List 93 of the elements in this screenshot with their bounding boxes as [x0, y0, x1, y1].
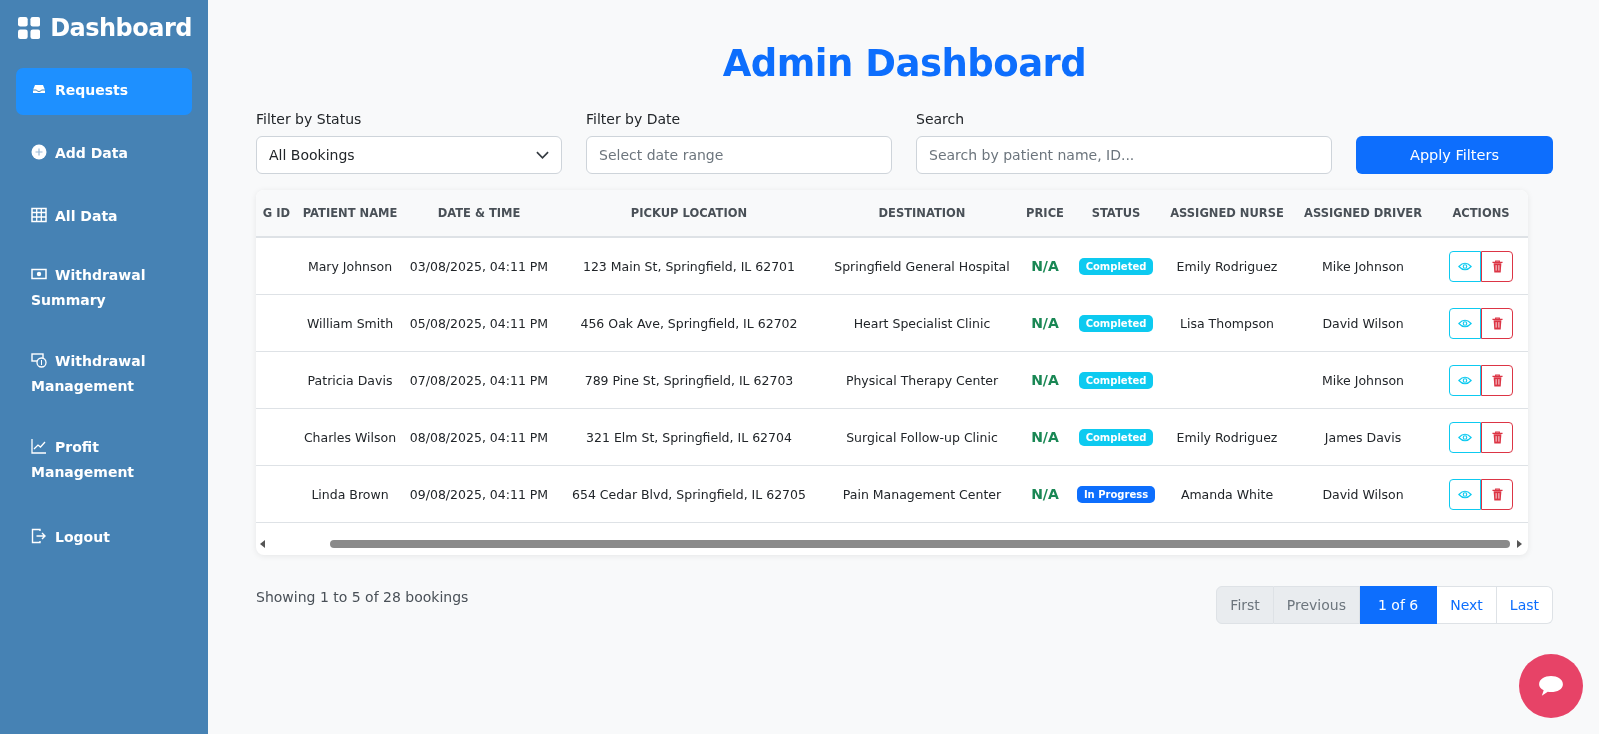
table-cell: Lisa Thompson — [1180, 315, 1274, 331]
nav-item[interactable]: Profit Management — [16, 429, 192, 499]
nav-item[interactable]: Withdrawal Management — [16, 343, 192, 413]
table-cell: Emily Rodriguez — [1176, 429, 1278, 445]
chevron-down-icon — [536, 151, 549, 159]
column-header: DESTINATION — [878, 206, 966, 220]
eye-icon — [1458, 489, 1472, 499]
grid-icon — [18, 15, 41, 41]
column-header: ACTIONS — [1452, 206, 1510, 220]
status-badge: In Progress — [1076, 485, 1156, 503]
results-summary: Showing 1 to 5 of 28 bookings — [256, 589, 469, 605]
table-cell: Surgical Follow-up Clinic — [846, 429, 998, 445]
column-header: ASSIGNED DRIVER — [1304, 206, 1422, 220]
eye-icon — [1458, 318, 1472, 328]
table-cell: Amanda White — [1180, 486, 1274, 502]
table-cell: 321 Elm St, Springfield, IL 62704 — [586, 429, 792, 445]
eye-icon — [1458, 432, 1472, 442]
filter-label: Filter by Status — [256, 111, 363, 127]
column-header: PICKUP LOCATION — [630, 206, 748, 220]
table-cell: David Wilson — [1322, 315, 1404, 331]
price-cell: N/A — [1031, 372, 1059, 388]
table-cell: David Wilson — [1322, 486, 1404, 502]
table-cell: Springfield General Hospital — [834, 258, 1010, 274]
table-cell: William Smith — [306, 315, 394, 331]
delete-button[interactable] — [1481, 364, 1513, 396]
table-cell: 08/08/2025, 04:11 PM — [409, 429, 549, 445]
column-header: PATIENT NAME — [302, 206, 398, 220]
brand-title: Dashboard — [50, 14, 192, 42]
delete-button[interactable] — [1481, 478, 1513, 510]
column-header: PRICE — [1026, 206, 1064, 220]
table-cell: Physical Therapy Center — [845, 372, 999, 388]
nav-item[interactable]: Add Data — [16, 131, 192, 178]
table-cell: 123 Main St, Springfield, IL 62701 — [582, 258, 796, 274]
table-cell: Patricia Davis — [307, 372, 393, 388]
cash-icon — [31, 266, 47, 282]
page-title: Admin Dashboard — [721, 42, 1088, 85]
table-cell: Emily Rodriguez — [1176, 258, 1278, 274]
table-cell: Charles Wilson — [303, 429, 397, 445]
date-range-field[interactable]: Select date range — [586, 136, 892, 174]
nav-item[interactable]: Requests — [16, 68, 192, 115]
plus-circle-icon — [31, 144, 47, 160]
page-button[interactable]: 1 of 6 — [1360, 586, 1438, 624]
delete-button[interactable] — [1481, 250, 1513, 282]
status-select[interactable]: All Bookings — [256, 136, 562, 174]
table-cell: Heart Specialist Clinic — [853, 315, 991, 331]
table-cell: Mike Johnson — [1322, 258, 1404, 274]
nav-item[interactable]: Withdrawal Summary — [16, 257, 192, 327]
table-cell: 07/08/2025, 04:11 PM — [409, 372, 549, 388]
trash-icon — [1491, 259, 1503, 273]
table-cell: 05/08/2025, 04:11 PM — [409, 315, 549, 331]
line-chart-icon — [31, 438, 47, 454]
trash-icon — [1491, 316, 1503, 330]
page-button[interactable]: Last — [1496, 586, 1553, 624]
apply-filters-button[interactable]: Apply Filters — [1356, 136, 1553, 174]
table-cell: 09/08/2025, 04:11 PM — [409, 486, 549, 502]
status-badge: Completed — [1078, 371, 1154, 389]
table-grid-icon — [31, 207, 47, 223]
table-cell: 03/08/2025, 04:11 PM — [409, 258, 549, 274]
column-header: STATUS — [1091, 206, 1141, 220]
column-header: ASSIGNED NURSE — [1170, 206, 1284, 220]
table-cell: Linda Brown — [311, 486, 389, 502]
eye-icon — [1458, 261, 1472, 271]
delete-button[interactable] — [1481, 307, 1513, 339]
table-cell: Mary Johnson — [307, 258, 393, 274]
trash-icon — [1491, 373, 1503, 387]
table-cell: 789 Pine St, Springfield, IL 62703 — [584, 372, 794, 388]
page-button[interactable]: Next — [1437, 586, 1497, 624]
table-cell: Mike Johnson — [1322, 372, 1404, 388]
filter-label: Filter by Date — [586, 111, 682, 127]
trash-icon — [1491, 487, 1503, 501]
cash-coin-icon — [31, 352, 47, 368]
speech-bubble-icon — [1538, 675, 1564, 697]
table-cell: 654 Cedar Blvd, Springfield, IL 62705 — [572, 486, 806, 502]
nav-item[interactable]: All Data — [16, 194, 192, 241]
price-cell: N/A — [1031, 258, 1059, 274]
table-cell: 456 Oak Ave, Springfield, IL 62702 — [580, 315, 798, 331]
price-cell: N/A — [1031, 486, 1059, 502]
eye-icon — [1458, 375, 1472, 385]
price-cell: N/A — [1031, 315, 1059, 331]
nav-item[interactable]: Logout — [16, 515, 192, 562]
table-cell: Pain Management Center — [842, 486, 1002, 502]
column-header: G ID — [262, 206, 290, 220]
search-field[interactable]: Search by patient name, ID... — [916, 136, 1332, 174]
status-badge: Completed — [1078, 314, 1154, 332]
price-cell: N/A — [1031, 429, 1059, 445]
logout-icon — [31, 528, 47, 544]
table-cell: James Davis — [1324, 429, 1402, 445]
status-badge: Completed — [1078, 428, 1154, 446]
trash-icon — [1491, 430, 1503, 444]
filter-label: Search — [916, 111, 966, 127]
status-badge: Completed — [1078, 257, 1154, 275]
delete-button[interactable] — [1481, 421, 1513, 453]
column-header: DATE & TIME — [437, 206, 521, 220]
